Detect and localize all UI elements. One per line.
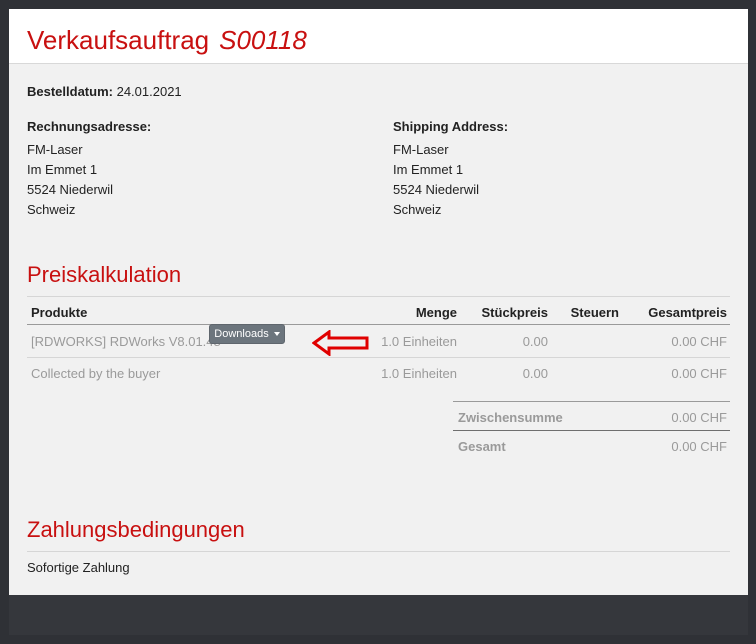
row-quantity: 1.0 Einheiten xyxy=(381,366,457,381)
total-divider xyxy=(453,430,730,431)
column-header-quantity: Menge xyxy=(415,305,457,320)
row-quantity: 1.0 Einheiten xyxy=(381,334,457,349)
row-product: Collected by the buyer xyxy=(31,366,161,381)
shipping-line: Im Emmet 1 xyxy=(393,162,464,177)
column-header-product: Produkte xyxy=(31,305,88,320)
total-label: Gesamt xyxy=(458,439,506,454)
billing-line: FM-Laser xyxy=(27,142,83,157)
divider xyxy=(27,296,730,297)
downloads-label: Downloads xyxy=(214,328,269,340)
shipping-line: Schweiz xyxy=(393,202,442,217)
order-date: Bestelldatum: 24.01.2021 xyxy=(27,84,182,99)
order-reference: S00118 xyxy=(219,25,307,55)
column-header-total: Gesamtpreis xyxy=(648,305,727,320)
billing-line: Im Emmet 1 xyxy=(27,162,98,177)
subtotal-divider xyxy=(453,401,730,402)
header-divider xyxy=(27,324,730,325)
chevron-down-icon xyxy=(273,332,280,336)
shipping-line: FM-Laser xyxy=(393,142,449,157)
downloads-button[interactable]: Downloads xyxy=(209,324,285,344)
row-product: [RDWORKS] RDWorks V8.01.48 xyxy=(31,334,221,349)
payment-terms-title: Zahlungsbedingungen xyxy=(27,517,245,542)
footer-bar xyxy=(9,595,748,635)
row-total: 0.00 CHF xyxy=(671,334,727,349)
page-title: Verkaufsauftrag S00118 xyxy=(27,25,307,56)
order-date-label: Bestelldatum: xyxy=(27,84,113,99)
billing-address-label: Rechnungsadresse: xyxy=(27,119,152,134)
subtotal-value: 0.00 CHF xyxy=(671,410,727,425)
payment-terms-text: Sofortige Zahlung xyxy=(27,560,130,575)
title-label: Verkaufsauftrag xyxy=(27,25,210,55)
order-date-value: 24.01.2021 xyxy=(116,84,182,99)
row-unit-price: 0.00 xyxy=(522,334,548,349)
divider xyxy=(27,551,730,552)
page-header: Verkaufsauftrag S00118 xyxy=(9,9,748,64)
shipping-line: 5524 Niederwil xyxy=(393,182,479,197)
row-divider xyxy=(27,357,730,358)
billing-line: Schweiz xyxy=(27,202,76,217)
row-total: 0.00 CHF xyxy=(671,366,727,381)
pricing-title: Preiskalkulation xyxy=(27,262,182,287)
column-header-unit-price: Stückpreis xyxy=(481,305,548,320)
shipping-address-label: Shipping Address: xyxy=(393,119,509,134)
billing-line: 5524 Niederwil xyxy=(27,182,113,197)
total-value: 0.00 CHF xyxy=(671,439,727,454)
column-header-taxes: Steuern xyxy=(570,305,619,320)
subtotal-label: Zwischensumme xyxy=(458,410,563,425)
row-unit-price: 0.00 xyxy=(522,366,548,381)
